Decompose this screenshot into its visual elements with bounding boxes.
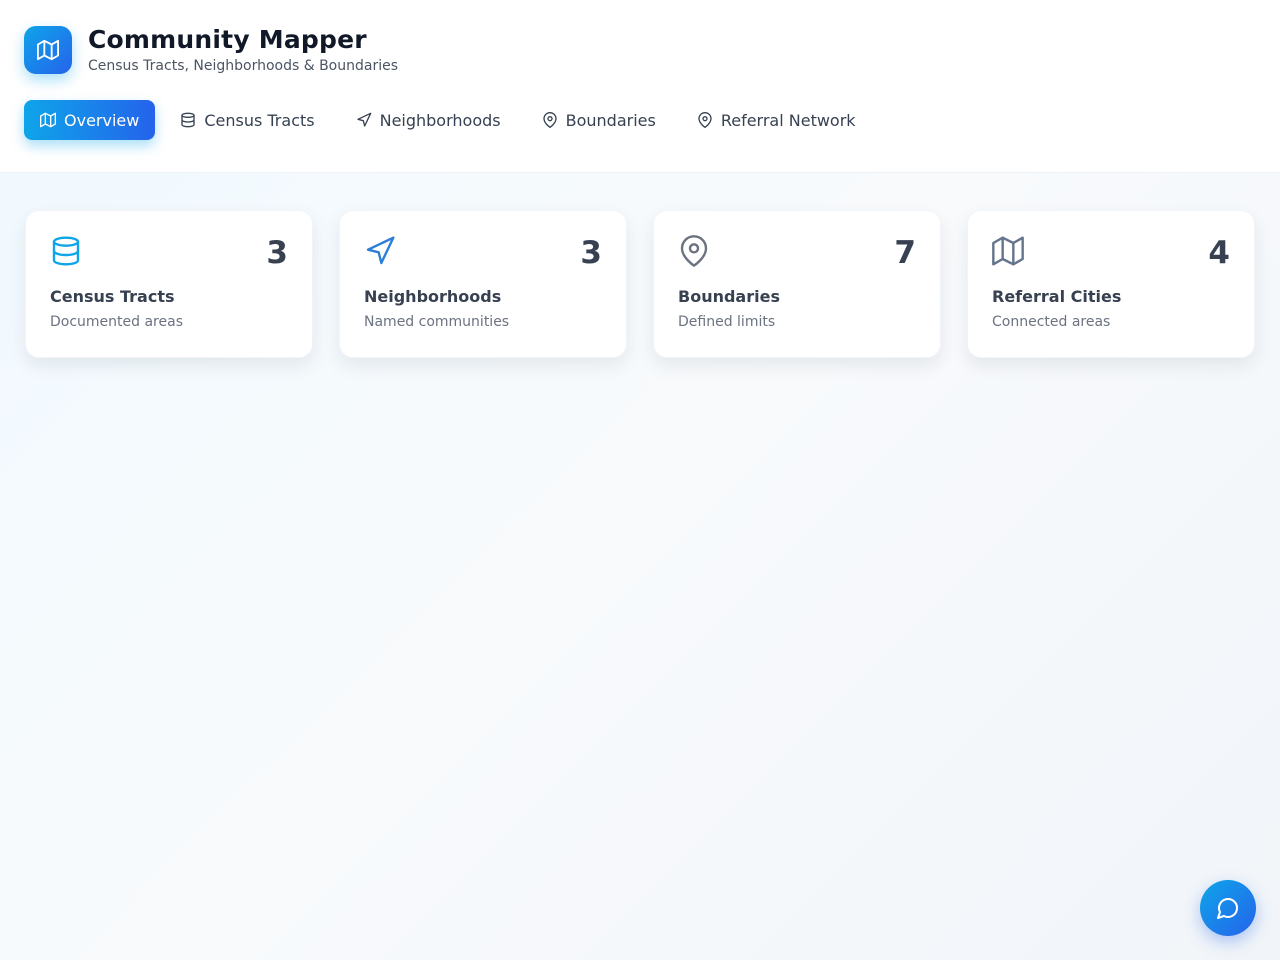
tab-label: Overview [64,110,140,130]
app-header: Community Mapper Census Tracts, Neighbor… [0,0,1280,173]
stat-description: Defined limits [678,314,776,330]
navigation-icon [366,236,395,265]
tab-overview[interactable]: Overview [24,100,156,140]
page-subtitle: Census Tracts, Neighborhoods & Boundarie… [88,58,399,74]
app-logo [24,26,72,74]
stat-count: 3 [580,235,602,271]
tab-boundaries[interactable]: Boundaries [526,100,672,140]
tab-label: Census Tracts [204,110,315,130]
map-pin-icon [698,112,712,128]
map-pin-icon [542,112,557,128]
stat-title: Census Tracts [50,287,175,306]
tab-label: Referral Network [720,110,856,130]
message-circle-icon [1217,898,1238,919]
tab-referral-network[interactable]: Referral Network [681,100,872,140]
stat-card-referral-cities[interactable]: 4 Referral Cities Connected areas [967,210,1255,358]
tab-label: Neighborhoods [379,110,501,130]
database-icon [181,112,195,128]
tab-label: Boundaries [565,110,656,130]
map-icon [37,39,59,61]
stat-description: Documented areas [50,314,183,330]
stat-description: Named communities [364,314,510,330]
stat-card-census-tracts[interactable]: 3 Census Tracts Documented areas [25,210,313,358]
stat-title: Neighborhoods [364,287,502,306]
stats-cards: 3 Census Tracts Documented areas 3 Neigh… [0,173,1280,358]
brand: Community Mapper Census Tracts, Neighbor… [24,26,1256,74]
stat-card-neighborhoods[interactable]: 3 Neighborhoods Named communities [339,210,627,358]
tab-census-tracts[interactable]: Census Tracts [164,100,330,140]
database-icon [52,236,80,266]
stat-count: 7 [894,235,916,271]
map-icon [40,112,56,128]
stat-count: 3 [266,235,288,271]
stat-count: 4 [1208,235,1230,271]
page-title: Community Mapper [88,25,367,54]
stat-title: Referral Cities [992,287,1122,306]
map-icon [992,236,1024,266]
tab-bar: Overview Census Tracts Neighborhoods Bou… [24,100,1256,140]
map-pin-icon [680,235,708,267]
stat-title: Boundaries [678,287,780,306]
tab-neighborhoods[interactable]: Neighborhoods [340,100,517,140]
navigation-icon [356,112,371,127]
chat-button[interactable] [1200,880,1256,936]
stat-card-boundaries[interactable]: 7 Boundaries Defined limits [653,210,941,358]
stat-description: Connected areas [992,314,1111,330]
